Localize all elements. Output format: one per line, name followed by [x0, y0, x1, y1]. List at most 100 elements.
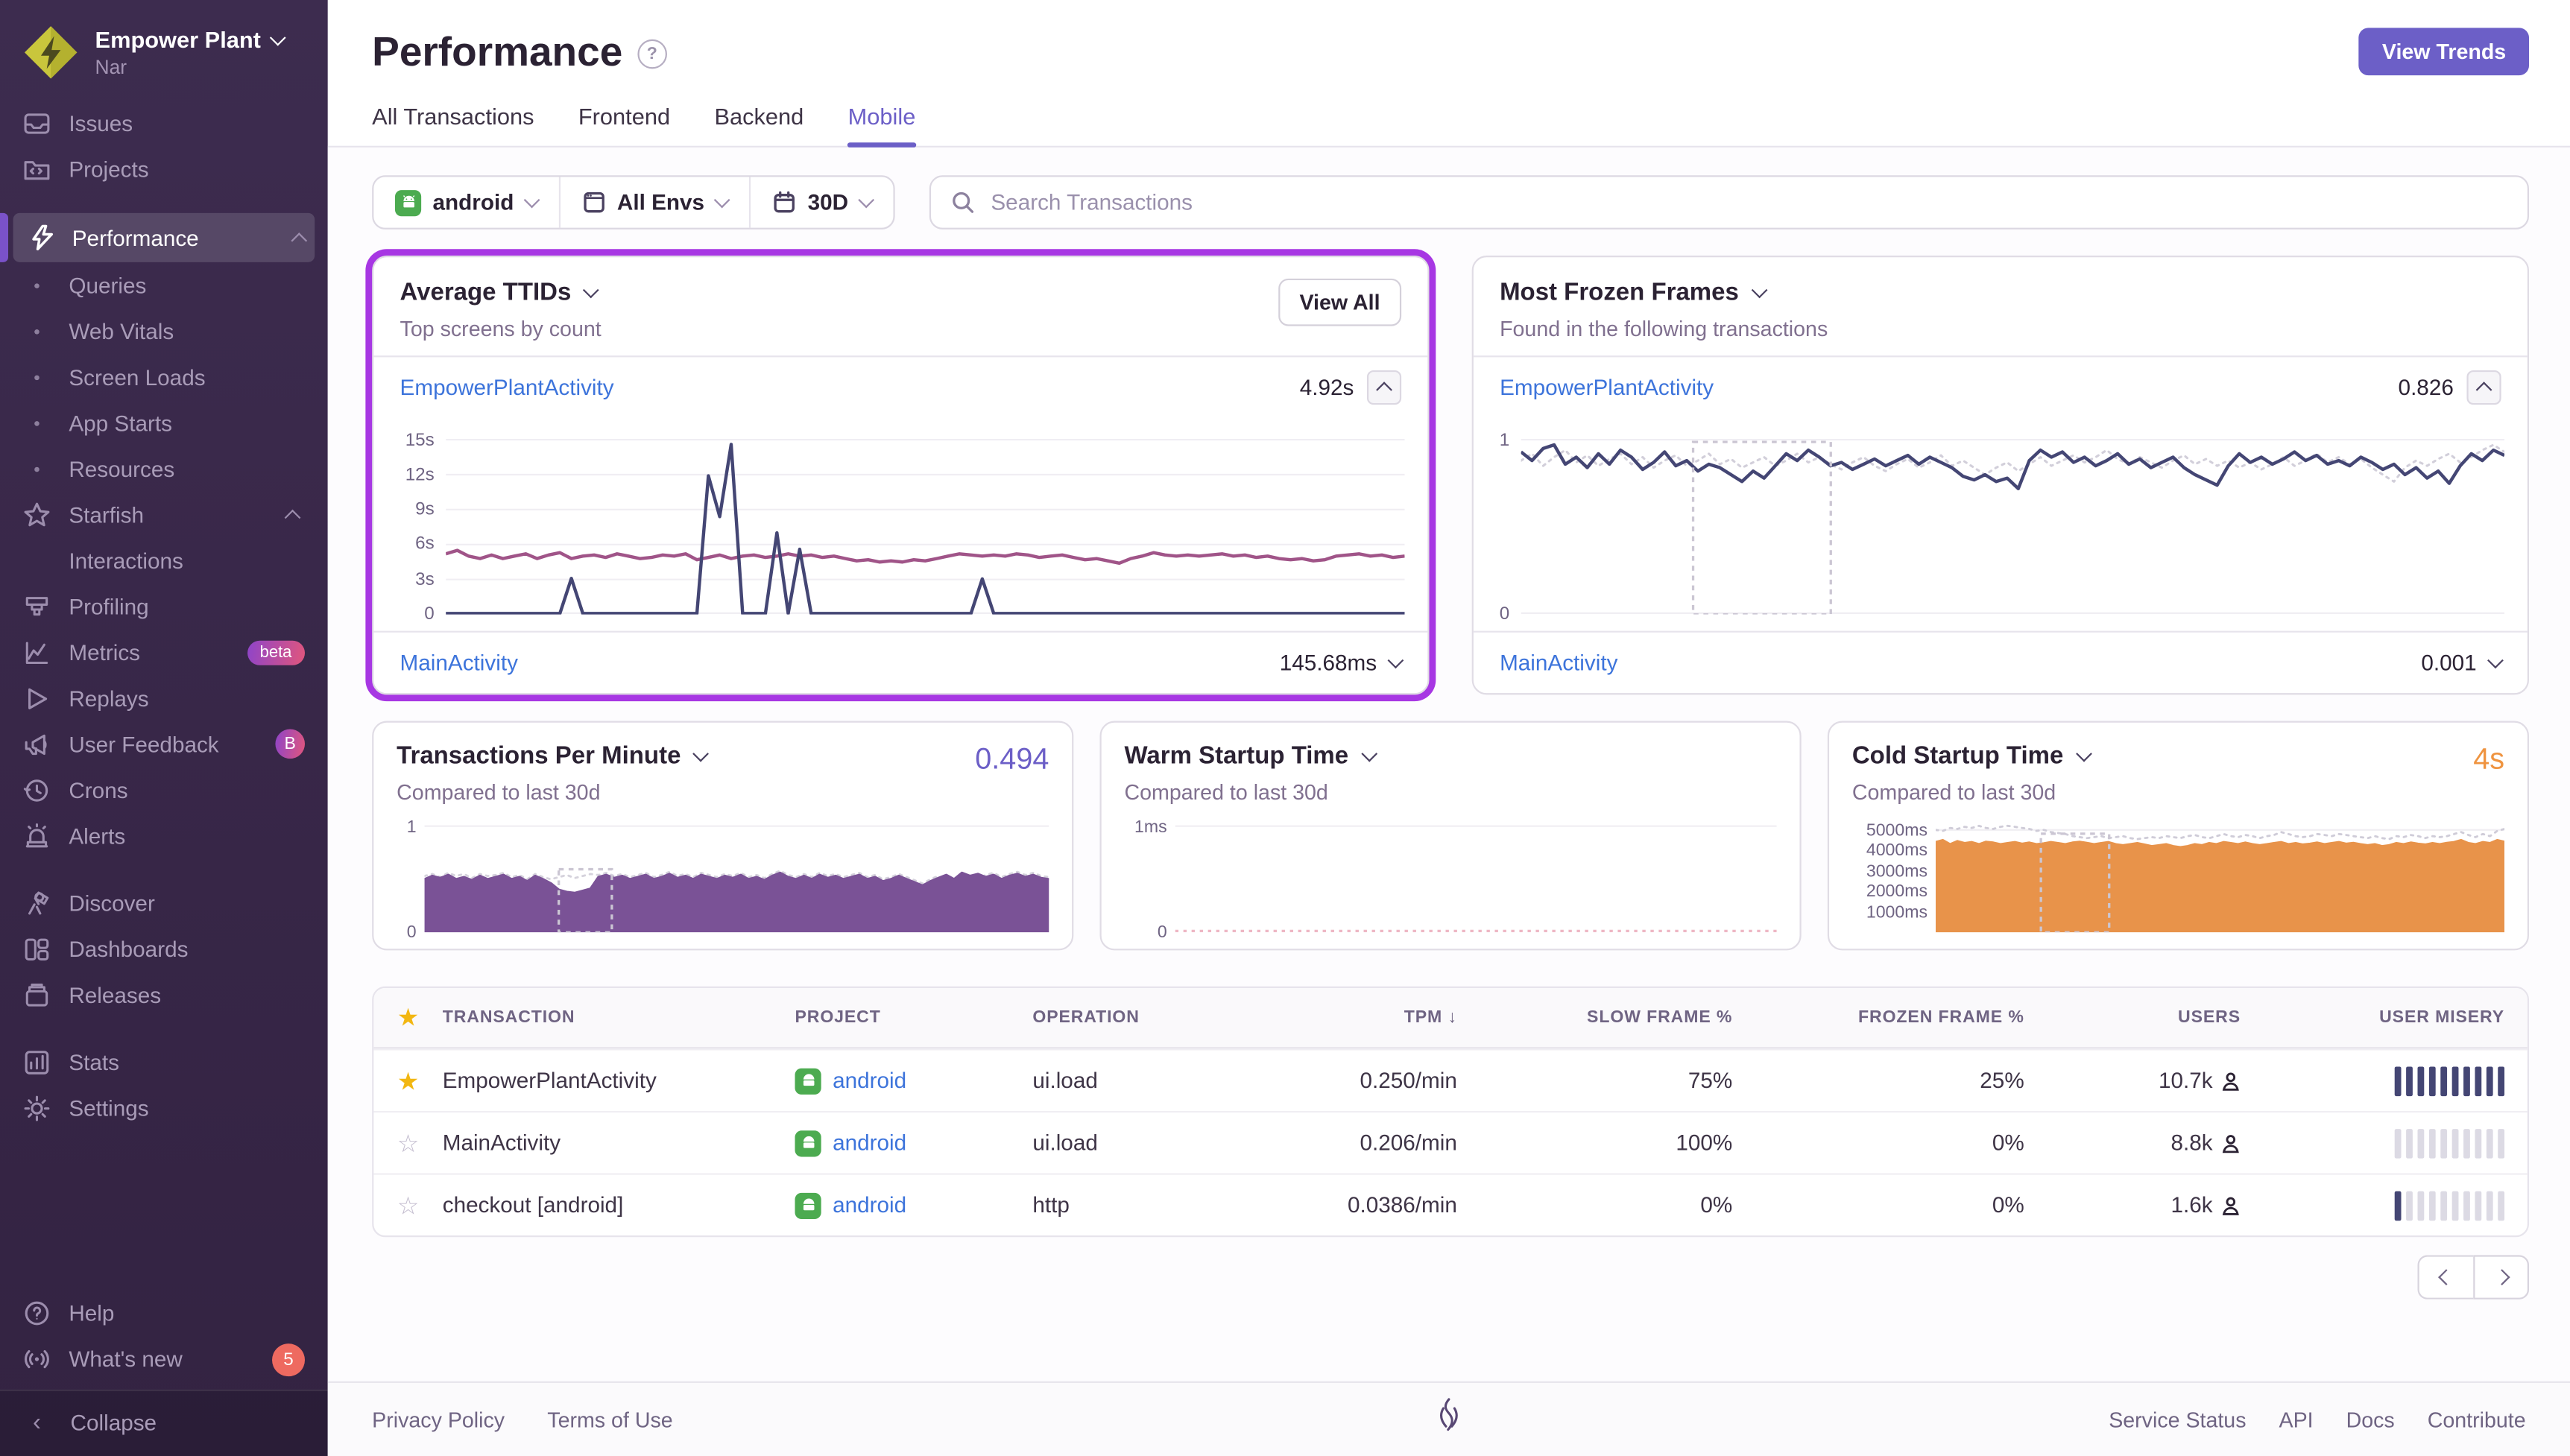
- cold-startup-value: 4s: [2473, 742, 2505, 776]
- collapse-icon: ‹: [32, 1409, 41, 1437]
- environment-filter[interactable]: All Envs: [558, 177, 749, 228]
- transaction-link[interactable]: EmpowerPlantActivity: [400, 376, 614, 400]
- transaction-link[interactable]: MainActivity: [1500, 651, 1617, 675]
- sidebar-item-performance[interactable]: Performance: [13, 212, 315, 262]
- table-row: ☆ MainActivity android ui.load 0.206/min…: [373, 1110, 2528, 1174]
- transaction-link[interactable]: EmpowerPlantActivity: [1500, 376, 1714, 400]
- project-link[interactable]: android: [833, 1069, 906, 1093]
- question-icon[interactable]: ?: [637, 38, 667, 69]
- chevron-down-icon: [270, 28, 286, 45]
- sidebar-item-app-starts[interactable]: App Starts: [0, 400, 328, 446]
- stats-icon: [23, 1048, 51, 1075]
- star-toggle[interactable]: ☆: [373, 1191, 442, 1220]
- project-filter[interactable]: android: [373, 177, 558, 227]
- sidebar-item-interactions[interactable]: Interactions: [0, 537, 328, 583]
- cold-startup-title[interactable]: Cold Startup Time: [1852, 742, 2092, 770]
- expand-row-button[interactable]: [2487, 652, 2504, 669]
- tab-frontend[interactable]: Frontend: [578, 104, 670, 146]
- col-tpm[interactable]: TPM ↓: [1245, 1007, 1463, 1027]
- sidebar-item-starfish[interactable]: Starfish: [0, 492, 328, 538]
- col-slow-frame[interactable]: SLOW FRAME %: [1464, 1007, 1739, 1027]
- sidebar-item-help[interactable]: Help: [0, 1291, 328, 1337]
- transaction-link[interactable]: MainActivity: [400, 651, 518, 675]
- page-filters: android All Envs 30D: [372, 175, 894, 230]
- sidebar-item-stats[interactable]: Stats: [0, 1039, 328, 1085]
- service-status-link[interactable]: Service Status: [2109, 1407, 2246, 1431]
- sidebar-item-queries[interactable]: Queries: [0, 262, 328, 308]
- frozen-frame-cell: 25%: [1980, 1068, 2024, 1093]
- tpm-title[interactable]: Transactions Per Minute: [397, 742, 710, 770]
- warm-startup-title[interactable]: Warm Startup Time: [1125, 742, 1377, 770]
- filter-bar: android All Envs 30D: [372, 175, 2530, 230]
- tab-backend[interactable]: Backend: [714, 104, 803, 146]
- collapse-row-button[interactable]: [1366, 370, 1402, 405]
- projects-icon: [23, 155, 51, 183]
- api-link[interactable]: API: [2279, 1407, 2314, 1431]
- sidebar-item-alerts[interactable]: Alerts: [0, 813, 328, 859]
- next-page-button[interactable]: [2473, 1255, 2530, 1300]
- org-switcher[interactable]: Empower Plant Nar: [0, 0, 328, 100]
- tpm-cell: 0.206/min: [1360, 1130, 1457, 1156]
- star-toggle[interactable]: ★: [373, 1066, 442, 1095]
- search-icon: [950, 190, 974, 215]
- sidebar-item-replays[interactable]: Replays: [0, 675, 328, 721]
- terms-of-use-link[interactable]: Terms of Use: [547, 1407, 672, 1431]
- android-icon: [795, 1191, 821, 1218]
- lightning-icon: [26, 224, 54, 251]
- transaction-link[interactable]: checkout [android]: [443, 1193, 795, 1218]
- prev-page-button[interactable]: [2417, 1255, 2474, 1300]
- cold-startup-chart: 5000ms 4000ms 3000ms 2000ms 1000ms: [1852, 817, 2505, 933]
- sidebar-item-settings[interactable]: Settings: [0, 1085, 328, 1131]
- star-icon[interactable]: ★: [373, 1003, 442, 1032]
- view-all-button[interactable]: View All: [1278, 278, 1402, 326]
- collapse-row-button[interactable]: [2466, 370, 2501, 405]
- dashboards-icon: [23, 935, 51, 963]
- users-cell: 8.8k: [2031, 1130, 2247, 1155]
- chevron-down-icon: [1360, 745, 1377, 762]
- star-toggle[interactable]: ☆: [373, 1128, 442, 1157]
- sidebar-item-releases[interactable]: Releases: [0, 972, 328, 1018]
- replays-icon: [23, 684, 51, 712]
- contribute-link[interactable]: Contribute: [2428, 1407, 2526, 1431]
- sidebar-item-whats-new[interactable]: What's new 5: [0, 1336, 328, 1382]
- expand-row-button[interactable]: [1387, 652, 1404, 669]
- privacy-policy-link[interactable]: Privacy Policy: [372, 1407, 505, 1431]
- sidebar-item-projects[interactable]: Projects: [0, 146, 328, 192]
- window-icon: [581, 190, 606, 215]
- tab-all-transactions[interactable]: All Transactions: [372, 104, 534, 146]
- sidebar-item-crons[interactable]: Crons: [0, 767, 328, 813]
- sidebar-item-web-vitals[interactable]: Web Vitals: [0, 308, 328, 354]
- sentry-logo: [1439, 1397, 1458, 1431]
- col-frozen-frame[interactable]: FROZEN FRAME %: [1739, 1007, 2030, 1027]
- sidebar-item-profiling[interactable]: Profiling: [0, 583, 328, 630]
- table-row: ☆ checkout [android] android http 0.0386…: [373, 1173, 2528, 1235]
- notification-badge: 5: [272, 1343, 306, 1376]
- sidebar-item-issues[interactable]: Issues: [0, 100, 328, 146]
- sidebar-item-user-feedback[interactable]: User Feedback B: [0, 721, 328, 767]
- crons-icon: [23, 776, 51, 803]
- project-link[interactable]: android: [833, 1193, 906, 1218]
- date-filter[interactable]: 30D: [748, 177, 892, 228]
- sidebar-item-screen-loads[interactable]: Screen Loads: [0, 354, 328, 400]
- tab-mobile[interactable]: Mobile: [847, 104, 916, 148]
- broadcast-icon: [23, 1346, 51, 1373]
- frozen-frames-title[interactable]: Most Frozen Frames: [1500, 279, 1828, 306]
- view-trends-button[interactable]: View Trends: [2359, 28, 2530, 76]
- bullet-icon: [23, 328, 51, 334]
- sidebar-item-metrics[interactable]: Metrics beta: [0, 629, 328, 675]
- transaction-link[interactable]: MainActivity: [443, 1130, 795, 1155]
- average-ttids-title[interactable]: Average TTIDs: [400, 279, 602, 306]
- y-axis-labels: 10: [406, 817, 417, 943]
- sidebar-item-dashboards[interactable]: Dashboards: [0, 925, 328, 972]
- col-users[interactable]: USERS: [2031, 1007, 2247, 1027]
- transaction-link[interactable]: EmpowerPlantActivity: [443, 1069, 795, 1093]
- search-input[interactable]: [987, 188, 2508, 217]
- sidebar-collapse[interactable]: ‹ Collapse: [0, 1388, 328, 1456]
- docs-link[interactable]: Docs: [2346, 1407, 2395, 1431]
- col-operation: OPERATION: [1032, 1007, 1140, 1028]
- project-link[interactable]: android: [833, 1130, 906, 1155]
- tpm-value: 0.494: [975, 742, 1049, 776]
- sidebar-item-discover[interactable]: Discover: [0, 880, 328, 926]
- sidebar-item-resources[interactable]: Resources: [0, 446, 328, 492]
- chevron-up-icon: [284, 508, 301, 525]
